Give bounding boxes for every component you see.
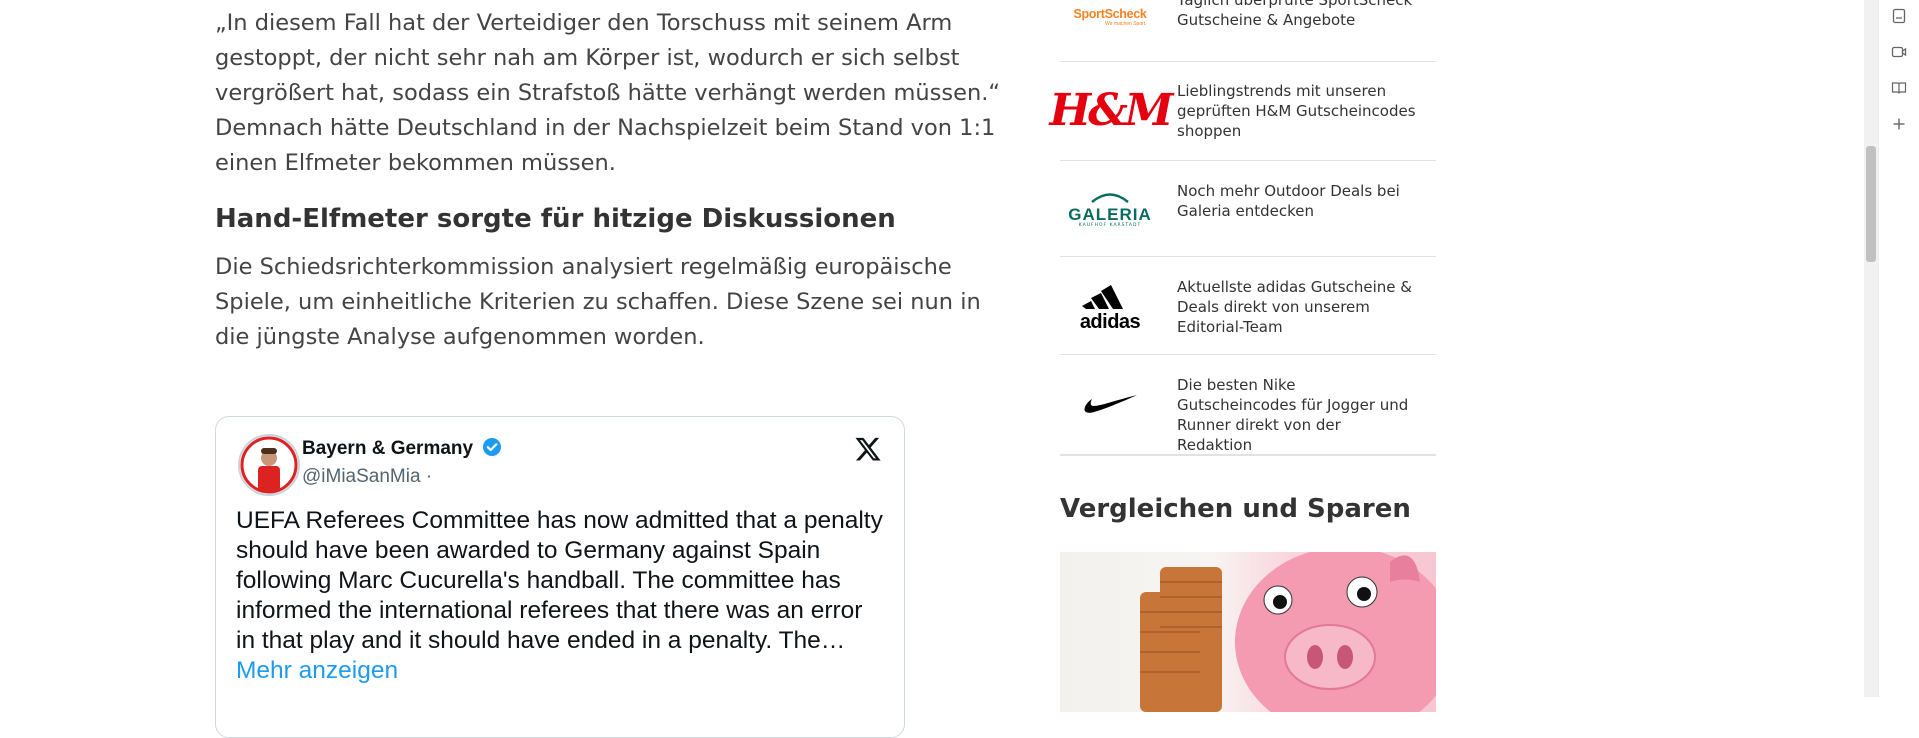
tweet-body: UEFA Referees Committee has now admitted… [236,507,883,654]
deal-description[interactable]: Lieblingstrends mit unseren geprüften H&… [1177,81,1417,141]
hm-brand: H&M [1049,85,1174,136]
adidas-brand: adidas [1079,311,1141,333]
bookmark-icon[interactable] [1889,6,1909,26]
deal-item-sportscheck[interactable]: SportScheck Wir machen Sport. Täglich üb… [1060,0,1436,62]
deal-item-adidas[interactable]: adidas Aktuellste adidas Gutscheine & De… [1060,256,1436,355]
sportscheck-slogan: Wir machen Sport. [1105,21,1147,27]
verified-badge-icon [482,437,502,462]
author-name[interactable]: Bayern & Germany [302,438,473,459]
section-title: Vergleichen und Sparen [1060,494,1411,524]
author-handle[interactable]: @iMiaSanMia · [302,466,502,488]
article-paragraph: Die Schiedsrichterkommission analysiert … [215,254,981,350]
add-icon[interactable] [1889,114,1909,134]
x-logo-icon[interactable] [854,435,882,468]
hm-logo[interactable]: H&M [1050,61,1174,160]
deal-description[interactable]: Die besten Nike Gutscheincodes für Jogge… [1177,375,1417,455]
browser-side-rail [1878,0,1919,697]
galeria-sub: KAUFHOF KARSTADT [1078,223,1142,228]
adidas-stripes-icon [1081,285,1123,309]
article-paragraph: „In diesem Fall hat der Verteidiger den … [215,10,1001,176]
tweet-text: UEFA Referees Committee has now admitted… [236,506,886,686]
deal-description[interactable]: Noch mehr Outdoor Deals bei Galeria entd… [1177,181,1417,221]
avatar-image [240,436,298,494]
embedded-tweet[interactable]: Bayern & Germany @iMiaSanMia · UEFA Refe… [215,416,905,738]
adidas-logo[interactable]: adidas [1060,256,1160,354]
show-more-link[interactable]: Mehr anzeigen [236,657,398,684]
deal-item-galeria[interactable]: GALERIA KAUFHOF KARSTADT Noch mehr Outdo… [1060,160,1436,257]
galeria-arch-icon [1091,193,1129,203]
nike-logo[interactable] [1060,354,1160,454]
avatar[interactable] [238,434,300,496]
promo-illustration [1140,552,1436,712]
scrollbar-thumb[interactable] [1866,146,1876,262]
deal-item-nike[interactable]: Die besten Nike Gutscheincodes für Jogge… [1060,354,1436,456]
video-icon[interactable] [1889,42,1909,62]
deal-description[interactable]: Täglich überprüfte SportScheck Gutschein… [1177,0,1417,30]
scrollbar[interactable] [1864,0,1878,697]
sportscheck-logo[interactable]: SportScheck Wir machen Sport. [1060,0,1160,42]
reading-list-icon[interactable] [1889,78,1909,98]
article-subheading: Hand-Elfmeter sorgte für hitzige Diskuss… [215,204,896,234]
nike-swoosh-icon [1084,395,1137,413]
galeria-brand: GALERIA [1068,205,1152,224]
galeria-logo[interactable]: GALERIA KAUFHOF KARSTADT [1060,160,1160,256]
sportscheck-brand: SportScheck [1073,7,1147,21]
deal-item-hm[interactable]: H&M Lieblingstrends mit unseren geprüfte… [1050,61,1436,161]
piggy-bank-coins-image[interactable] [1060,552,1436,712]
deal-description[interactable]: Aktuellste adidas Gutscheine & Deals dir… [1177,277,1417,337]
tweet-author[interactable]: Bayern & Germany @iMiaSanMia · [302,437,502,488]
